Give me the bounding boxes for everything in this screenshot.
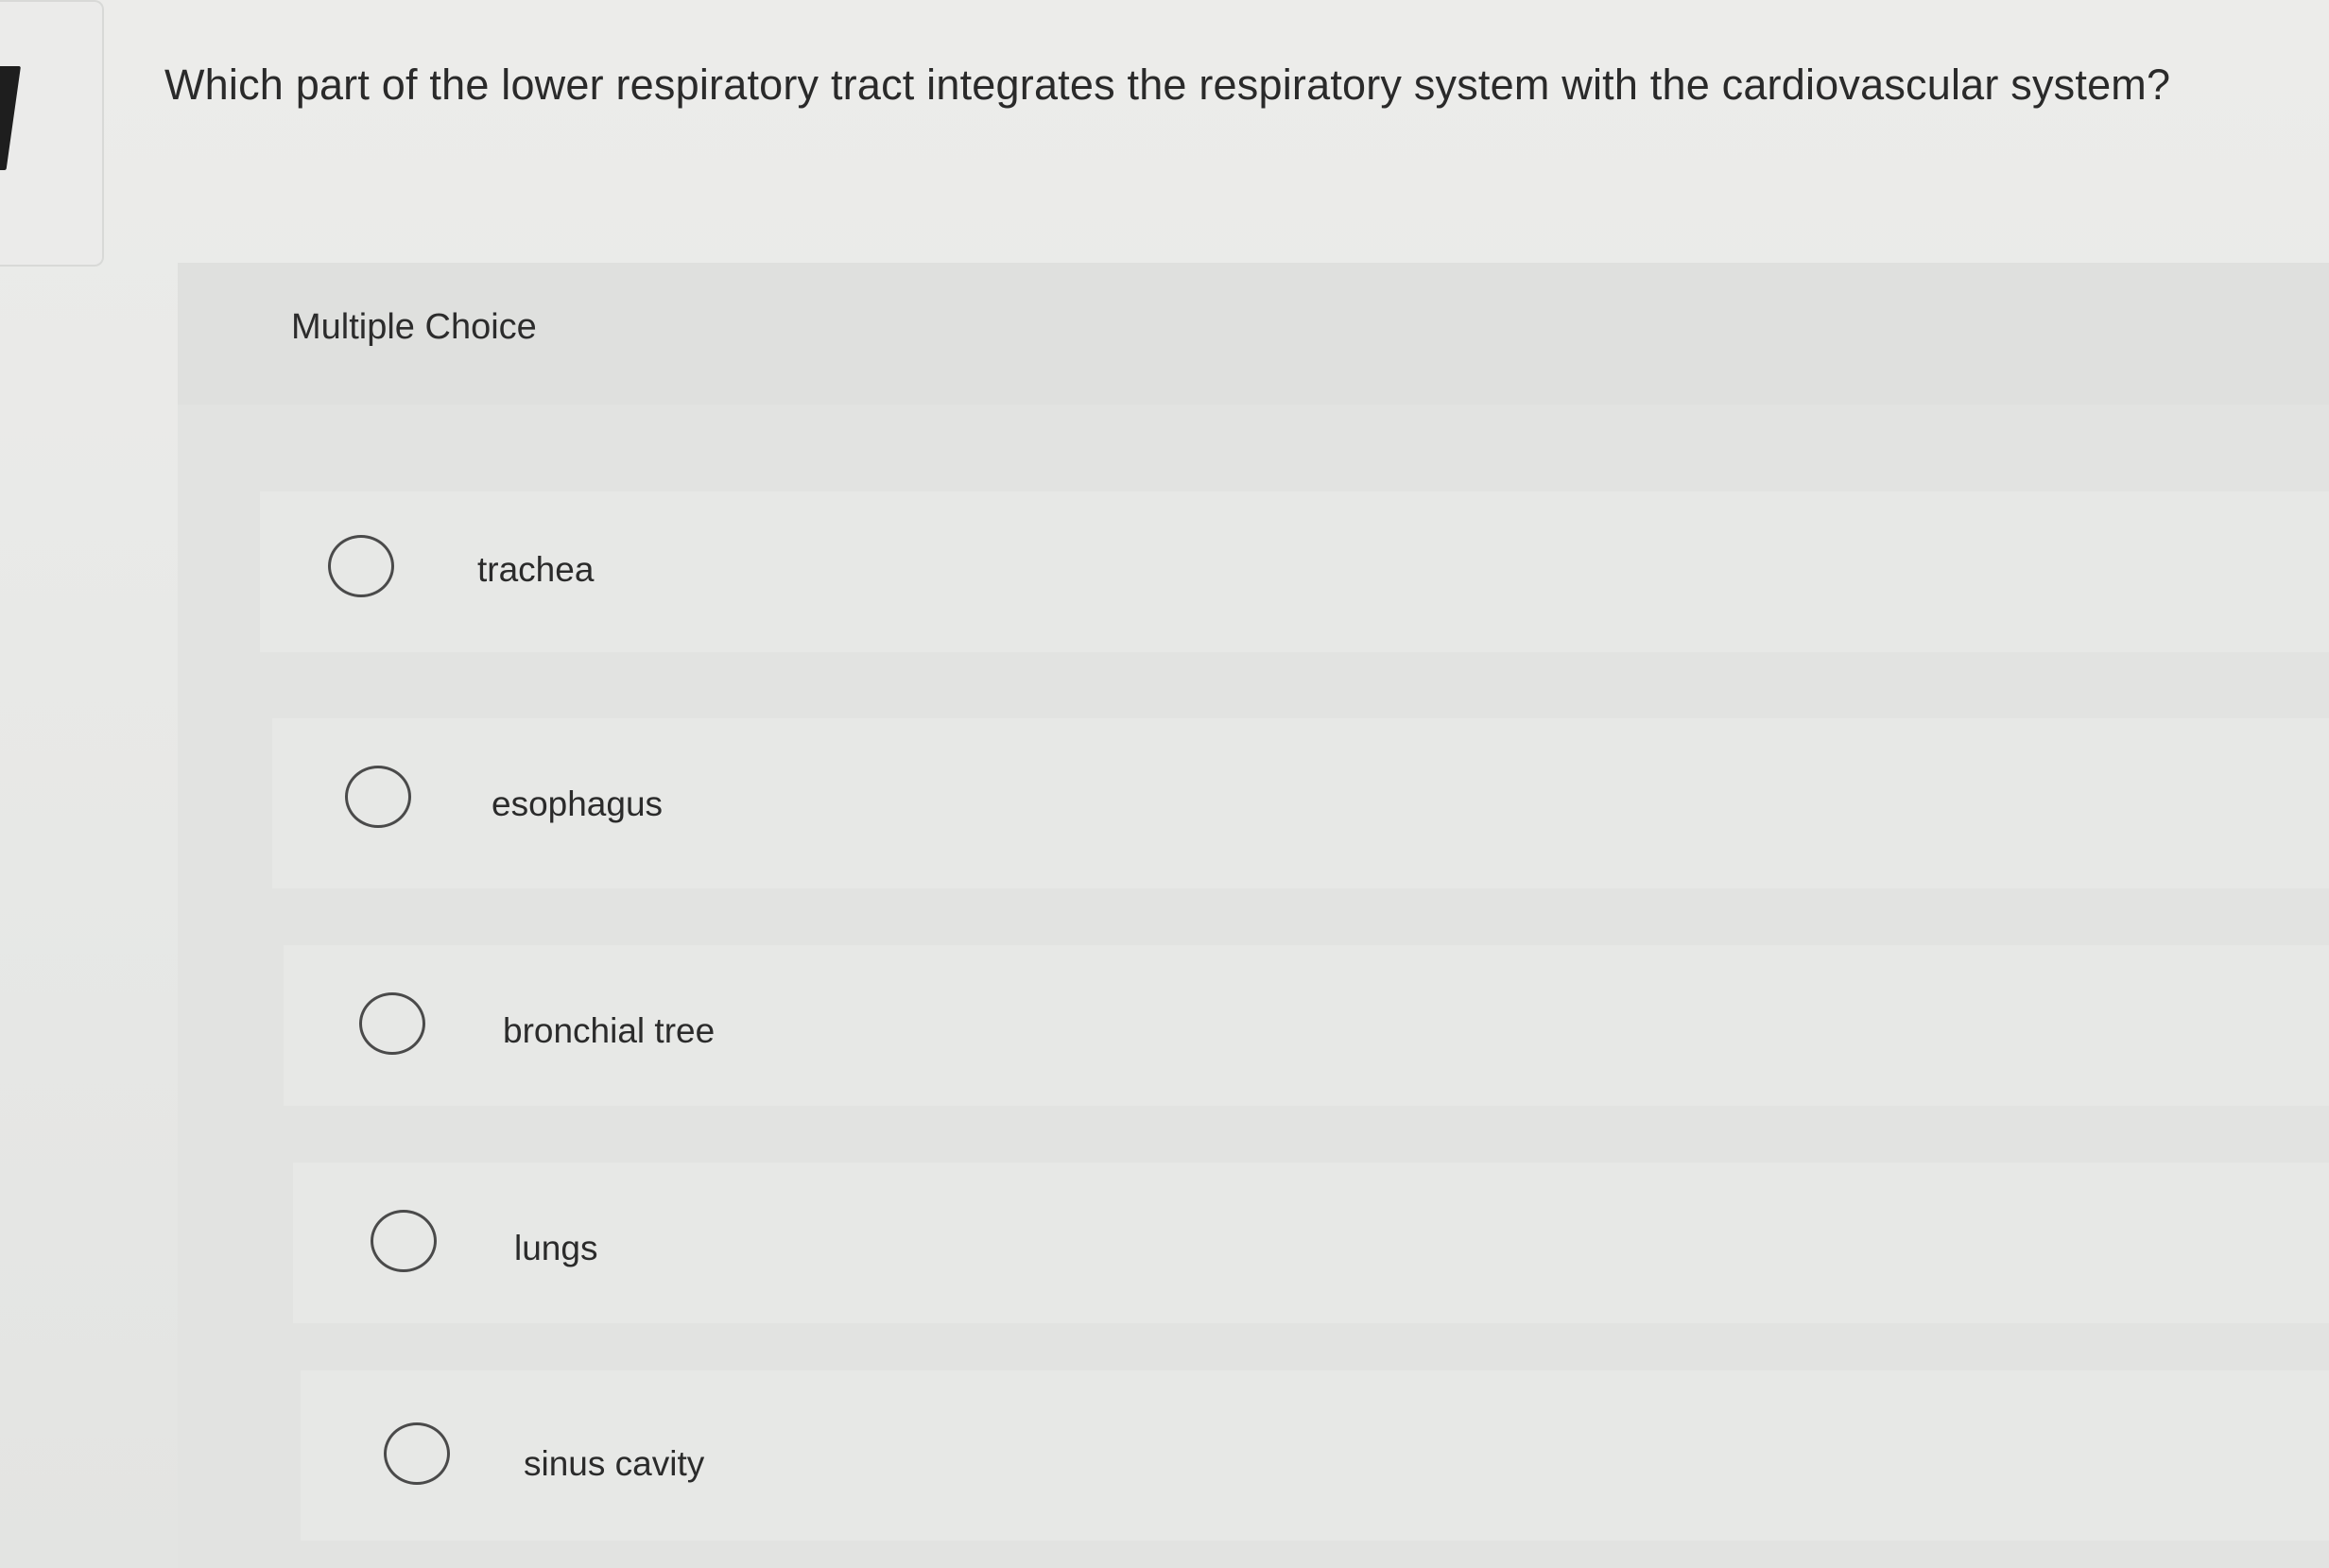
radio-button[interactable] (384, 1422, 450, 1485)
quiz-page: 7 Which part of the lower respiratory tr… (0, 0, 2329, 1568)
answer-option-label: esophagus (492, 784, 664, 823)
answer-option-label: sinus cavity (524, 1444, 705, 1483)
answer-option-sinus-cavity[interactable]: sinus cavity (301, 1370, 2329, 1541)
radio-button[interactable] (345, 766, 411, 828)
answer-option-label: trachea (477, 550, 595, 589)
radio-button[interactable] (328, 535, 394, 597)
answer-option-esophagus[interactable]: esophagus (272, 718, 2329, 888)
answer-option-bronchial-tree[interactable]: bronchial tree (284, 945, 2329, 1106)
answer-option-label: lungs (514, 1229, 598, 1267)
question-number: 7 (0, 66, 21, 170)
answer-option-lungs[interactable]: lungs (293, 1163, 2329, 1323)
question-number-tab[interactable]: 7 (0, 0, 104, 267)
question-prompt: Which part of the lower respiratory trac… (164, 60, 2171, 109)
radio-button[interactable] (371, 1210, 437, 1272)
question-type-label: Multiple Choice (291, 307, 537, 347)
radio-button[interactable] (359, 992, 425, 1055)
answer-option-trachea[interactable]: trachea (260, 491, 2329, 652)
answer-option-label: bronchial tree (503, 1011, 716, 1050)
answer-panel-header: Multiple Choice (178, 263, 2329, 405)
